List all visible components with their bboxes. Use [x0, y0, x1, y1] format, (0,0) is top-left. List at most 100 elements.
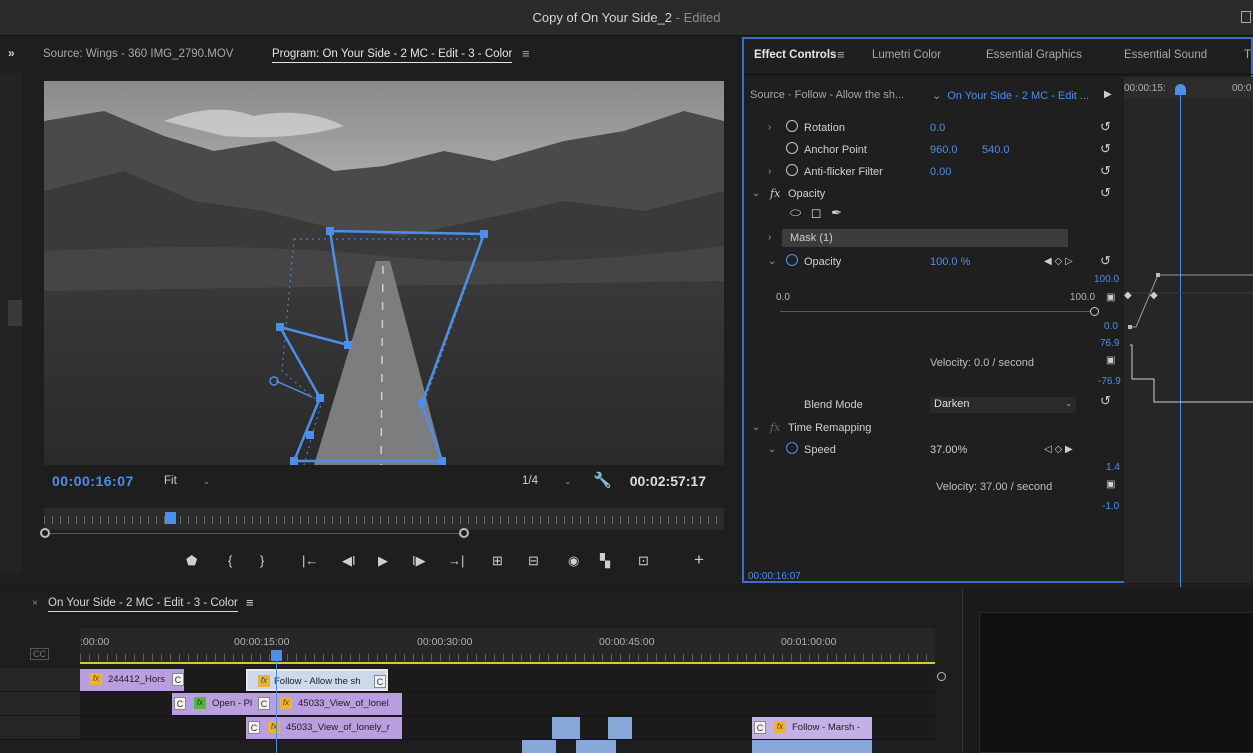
add-button-icon[interactable]: + — [694, 550, 704, 570]
track-header[interactable] — [0, 716, 80, 740]
clip-selected[interactable]: fx Follow - Allow the sh C — [246, 669, 388, 691]
chevron-right-icon[interactable]: › — [768, 122, 771, 133]
graph-scale-icon[interactable]: ▣ — [1106, 479, 1115, 490]
clip[interactable] — [576, 740, 616, 753]
mask-item[interactable]: Mask (1) — [782, 229, 1068, 247]
clip[interactable] — [552, 717, 580, 739]
play-icon[interactable]: ▶ — [378, 553, 388, 569]
program-video-frame[interactable] — [44, 81, 724, 465]
keyframe-nav-icon[interactable]: ◁ ◇ ▶ — [1044, 444, 1073, 455]
sequence-clip-label[interactable]: ⌄ On Your Side - 2 MC - Edit ... — [932, 89, 1089, 102]
track-end-handle[interactable] — [937, 672, 946, 681]
blend-mode-select[interactable]: Darken ⌄ — [930, 397, 1076, 413]
reset-icon[interactable]: ↺ — [1100, 253, 1111, 269]
zoom-end-handle[interactable] — [459, 528, 469, 538]
step-back-icon[interactable]: ◀I — [342, 553, 356, 569]
close-icon[interactable]: × — [32, 598, 38, 609]
tab-essential-graphics[interactable]: Essential Graphics — [986, 49, 1082, 61]
chevron-down-icon[interactable]: ⌄ — [768, 444, 776, 455]
pen-mask-icon[interactable]: ✒ — [831, 205, 842, 220]
stopwatch-icon[interactable] — [786, 254, 798, 266]
stopwatch-icon[interactable] — [786, 142, 798, 154]
extract-icon[interactable]: ⊟ — [528, 553, 539, 569]
timeline-playhead[interactable] — [271, 650, 282, 661]
tab-program[interactable]: Program: On Your Side - 2 MC - Edit - 3 … — [272, 48, 513, 63]
play-audio-icon[interactable]: ▶ — [1104, 89, 1112, 100]
tab-effect-controls[interactable]: Effect Controls — [754, 49, 836, 61]
graph-scale-icon[interactable]: ▣ — [1106, 292, 1115, 303]
keyframe-graph-area[interactable]: 00:00:15: 00:0 ◆ ◆ — [1124, 77, 1253, 597]
playhead-timecode[interactable]: 00:00:16:07 — [52, 473, 134, 489]
tab-essential-sound[interactable]: Essential Sound — [1124, 49, 1207, 61]
anchor-y-value[interactable]: 540.0 — [982, 144, 1010, 156]
panel-menu-icon[interactable]: ≡ — [522, 46, 530, 61]
reset-icon[interactable]: ↺ — [1100, 393, 1111, 409]
chevron-right-icon[interactable]: › — [768, 166, 771, 177]
panel-menu-icon[interactable]: ≡ — [246, 595, 254, 612]
stopwatch-icon[interactable] — [786, 442, 798, 454]
camera-icon[interactable]: ◉ — [568, 553, 579, 569]
resolution-dropdown[interactable]: 1/4 ⌄ — [522, 475, 572, 487]
opacity-value[interactable]: 100.0 % — [930, 256, 970, 268]
wrench-icon[interactable]: 🔧 — [593, 471, 612, 489]
go-to-in-icon[interactable]: |← — [302, 553, 318, 568]
anchor-x-value[interactable]: 960.0 — [930, 144, 958, 156]
expand-panels-icon[interactable]: » — [8, 46, 15, 60]
clip[interactable]: fx 244412_Hors C — [80, 669, 184, 691]
keyframe-nav-icon[interactable]: ◀ ◇ ▷ — [1044, 256, 1073, 267]
opacity-slider-knob[interactable] — [1090, 307, 1099, 316]
panel-menu-icon[interactable]: ≡ — [837, 47, 845, 62]
monitor-scrub-bar[interactable] — [44, 508, 724, 530]
chevron-down-icon[interactable]: ⌄ — [768, 256, 776, 267]
reset-icon[interactable]: ↺ — [1100, 119, 1111, 135]
clip[interactable] — [752, 740, 872, 753]
source-clip-label[interactable]: Source · Follow - Allow the sh... — [750, 89, 904, 101]
reset-icon[interactable]: ↺ — [1100, 141, 1111, 157]
stopwatch-icon[interactable] — [786, 120, 798, 132]
anti-flicker-value[interactable]: 0.00 — [930, 166, 951, 178]
side-scroll-handle[interactable] — [8, 300, 22, 326]
chevron-right-icon[interactable]: › — [768, 232, 771, 243]
comparison-view-icon[interactable]: ▚ — [600, 553, 610, 569]
effect-controls-timecode[interactable]: 00:00:16:07 — [748, 571, 801, 582]
video-track-3[interactable] — [80, 668, 935, 692]
go-to-out-icon[interactable]: →| — [448, 553, 464, 568]
rotation-value[interactable]: 0.0 — [930, 122, 945, 134]
keyframe-diamond-icon[interactable]: ◆ — [1124, 290, 1132, 301]
keyframe-diamond-icon[interactable]: ◆ — [1150, 290, 1158, 301]
speed-value[interactable]: 37.00% — [930, 444, 967, 456]
clip[interactable]: fx 45033_View_of_lonel — [270, 693, 402, 715]
track-header[interactable] — [0, 668, 80, 692]
chevron-down-icon[interactable]: ⌄ — [752, 422, 760, 433]
monitor-playhead[interactable] — [165, 512, 176, 524]
reset-icon[interactable]: ↺ — [1100, 163, 1111, 179]
reset-icon[interactable]: ↺ — [1100, 185, 1111, 201]
track-header[interactable] — [0, 692, 80, 716]
clip[interactable] — [522, 740, 556, 753]
clip[interactable]: C fx Open - Pl C — [172, 693, 270, 715]
timeline-ruler[interactable]: :00:00 00:00:15:00 00:00:30:00 00:00:45:… — [80, 628, 935, 664]
ellipse-mask-icon[interactable]: ⬭ — [790, 205, 801, 220]
clip[interactable]: C fx 45033_View_of_lonely_r — [246, 717, 402, 739]
clip[interactable]: C fx Follow - Marsh - — [752, 717, 872, 739]
mark-out-icon[interactable]: } — [260, 553, 264, 568]
window-control-icon[interactable] — [1241, 11, 1251, 23]
tab-sequence[interactable]: On Your Side - 2 MC - Edit - 3 - Color — [48, 597, 238, 612]
stopwatch-icon[interactable] — [786, 164, 798, 176]
zoom-dropdown[interactable]: Fit ⌄ — [164, 475, 210, 487]
add-marker-icon[interactable]: ⬟ — [186, 553, 197, 569]
graph-scale-icon[interactable]: ▣ — [1106, 355, 1115, 366]
zoom-start-handle[interactable] — [40, 528, 50, 538]
work-area-bar[interactable] — [80, 662, 935, 664]
tab-lumetri-color[interactable]: Lumetri Color — [872, 49, 941, 61]
chevron-down-icon[interactable]: ⌄ — [752, 188, 760, 199]
lift-icon[interactable]: ⊞ — [492, 553, 503, 569]
rectangle-mask-icon[interactable]: ◻ — [811, 205, 822, 220]
vr-view-icon[interactable]: ⊡ — [638, 553, 649, 569]
step-forward-icon[interactable]: I▶ — [412, 553, 426, 569]
tab-source[interactable]: Source: Wings - 360 IMG_2790.MOV — [43, 48, 233, 60]
captions-icon[interactable]: CC — [30, 648, 49, 660]
tab-overflow[interactable]: T — [1244, 49, 1251, 61]
opacity-slider-track[interactable] — [780, 311, 1096, 312]
monitor-zoom-bar[interactable] — [44, 533, 464, 534]
